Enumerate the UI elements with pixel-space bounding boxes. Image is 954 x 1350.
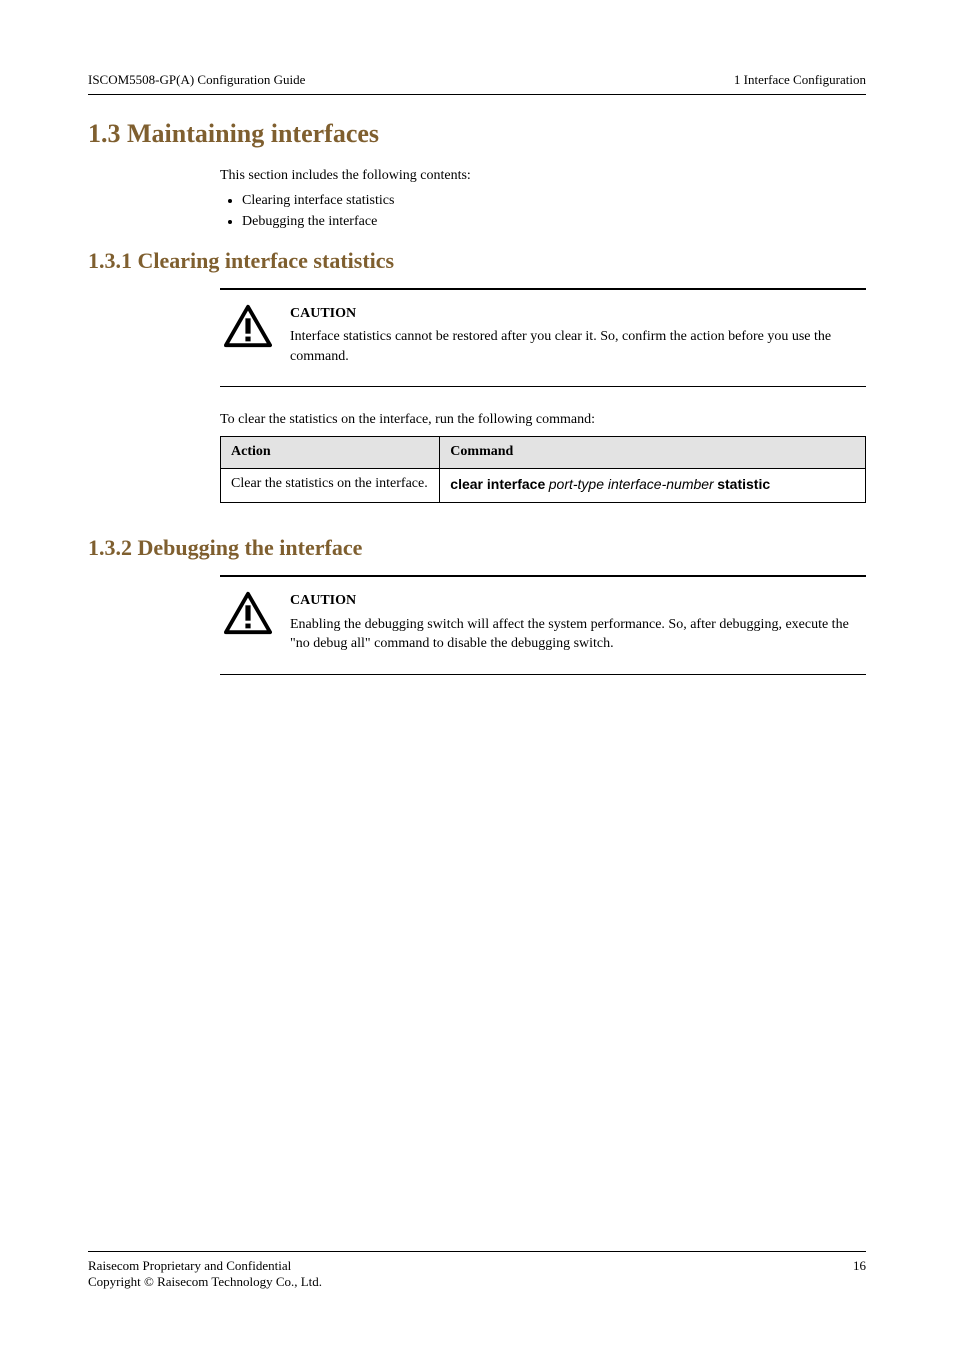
heading-1-3: 1.3 Maintaining interfaces (88, 119, 866, 149)
list-item: Debugging the interface (242, 213, 866, 232)
heading-1-3-1: 1.3.1 Clearing interface statistics (88, 248, 866, 274)
col-command: Command (440, 437, 866, 469)
caution-icon (224, 304, 272, 348)
footer-left: Raisecom Proprietary and Confidential Co… (88, 1258, 322, 1290)
header-left: ISCOM5508-GP(A) Configuration Guide (88, 72, 305, 88)
command-table: Action Command Clear the statistics on t… (220, 436, 866, 503)
caution-block: CAUTION Interface statistics cannot be r… (220, 288, 866, 388)
footer-page-number: 16 (853, 1258, 866, 1290)
caution-block: CAUTION Enabling the debugging switch wi… (220, 575, 866, 675)
table-header-row: Action Command (221, 437, 866, 469)
page-footer: Raisecom Proprietary and Confidential Co… (88, 1251, 866, 1290)
cell-command: clear interface port-type interface-numb… (440, 469, 866, 503)
cmd-keyword: clear interface (450, 476, 545, 492)
cmd-keyword: statistic (717, 476, 770, 492)
list-item: Clearing interface statistics (242, 192, 866, 211)
cmd-arg: port-type interface-number (549, 476, 714, 492)
caution-icon (224, 591, 272, 635)
caution-title: CAUTION (290, 591, 862, 611)
caution-title: CAUTION (290, 304, 862, 324)
footer-rule (88, 1251, 866, 1252)
lead-text: To clear the statistics on the interface… (220, 411, 866, 430)
intro-text: This section includes the following cont… (220, 167, 866, 186)
cell-action: Clear the statistics on the interface. (221, 469, 440, 503)
table-row: Clear the statistics on the interface. c… (221, 469, 866, 503)
page-header: ISCOM5508-GP(A) Configuration Guide 1 In… (88, 72, 866, 88)
intro-bullets: Clearing interface statistics Debugging … (220, 192, 866, 232)
header-right: 1 Interface Configuration (734, 72, 866, 88)
col-action: Action (221, 437, 440, 469)
heading-1-3-2: 1.3.2 Debugging the interface (88, 535, 866, 561)
caution-body: Enabling the debugging switch will affec… (290, 615, 862, 654)
header-rule (88, 94, 866, 95)
caution-body: Interface statistics cannot be restored … (290, 327, 862, 366)
